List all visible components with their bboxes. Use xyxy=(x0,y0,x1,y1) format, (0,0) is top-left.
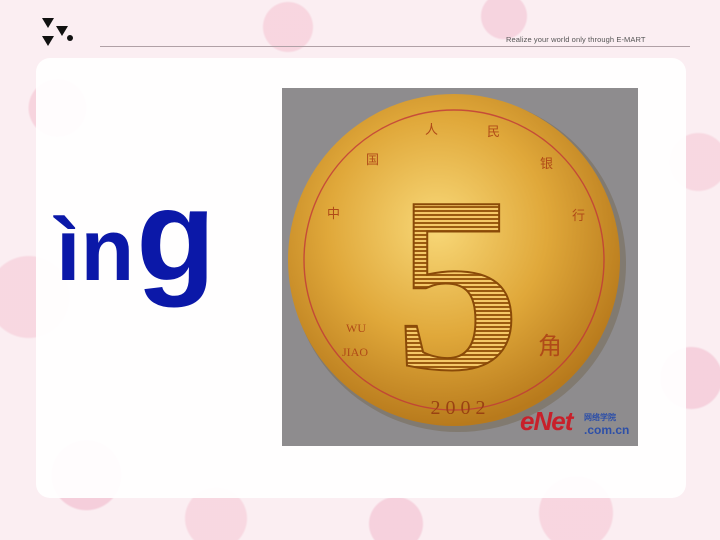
coin-pinyin-wu: WU xyxy=(346,321,366,335)
coin-image: 中 国 人 民 银 行 5 WU JIAO 角 2 0 0 2 eNet 网络学… xyxy=(282,88,638,446)
syllable-main: ìn xyxy=(56,200,135,299)
coin-denomination: 5 xyxy=(396,146,521,423)
watermark-site: 网络学院 xyxy=(584,413,616,422)
header-divider xyxy=(100,46,690,47)
header-tagline: Realize your world only through E-MART xyxy=(506,35,646,44)
coin-char-4: 民 xyxy=(487,125,500,140)
coin-char-1: 中 xyxy=(327,207,340,222)
header: Realize your world only through E-MART xyxy=(0,0,720,50)
pinyin-syllable: ìng xyxy=(56,160,216,310)
emart-logo-icon xyxy=(42,18,73,46)
coin-illustration: 中 国 人 民 银 行 5 WU JIAO 角 2 0 0 2 xyxy=(288,94,626,432)
coin-pinyin-jiao: JIAO xyxy=(342,345,368,359)
coin-char-6: 行 xyxy=(572,209,585,224)
coin-year: 2 0 0 2 xyxy=(431,397,486,419)
coin-char-5: 银 xyxy=(540,157,553,172)
coin-char-2: 国 xyxy=(366,153,379,168)
coin-char-3: 人 xyxy=(425,123,438,138)
watermark-domain: .com.cn xyxy=(584,423,630,437)
syllable-tail: g xyxy=(136,162,216,308)
coin-unit-char: 角 xyxy=(538,332,562,360)
watermark-brand: eNet xyxy=(520,406,573,436)
